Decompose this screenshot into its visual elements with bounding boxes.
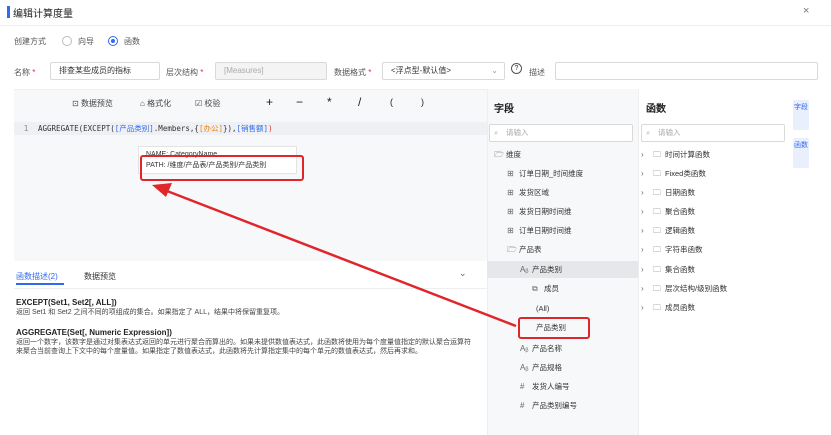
arrow-shaft [166, 189, 517, 328]
annotation-arrow [152, 183, 517, 328]
arrow-head [152, 183, 172, 197]
